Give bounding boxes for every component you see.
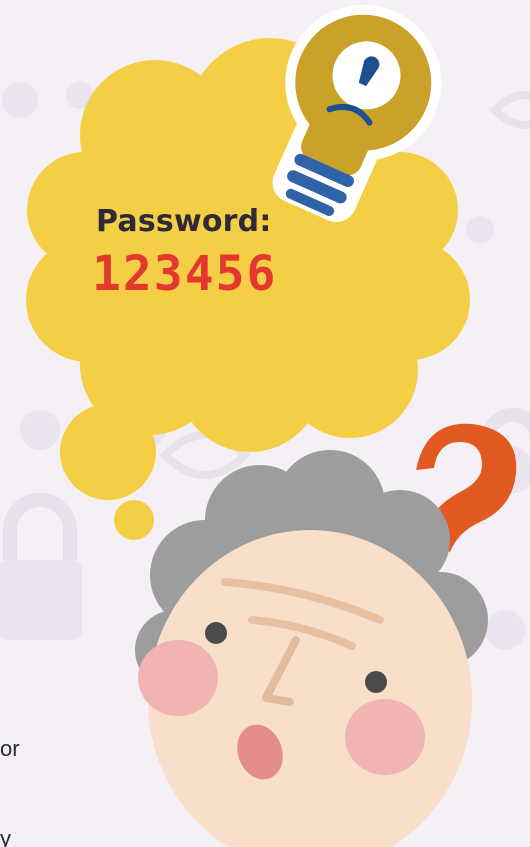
thought-bubble-dot-small [114, 500, 154, 540]
grandma-face [135, 450, 488, 847]
lock-icon-body [0, 560, 82, 640]
cropped-text-line-2: y [0, 826, 11, 847]
illustration: Password: 123456 or y [0, 0, 530, 847]
password-label: Password: [96, 204, 272, 239]
lock-icon [2, 493, 77, 560]
thought-bubble-dot-large [60, 404, 156, 500]
password-value: 123456 [92, 246, 278, 302]
illustration-art [0, 4, 530, 847]
cropped-text-line-1: or [0, 736, 20, 761]
